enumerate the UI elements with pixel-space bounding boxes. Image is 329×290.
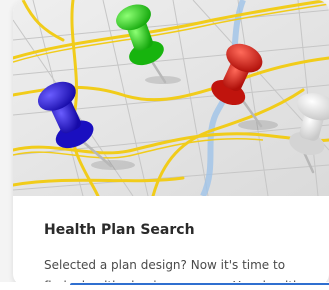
- map-pushpins-icon: [13, 0, 329, 196]
- accent-line: [70, 283, 329, 285]
- page: Health Plan Search Selected a plan desig…: [0, 0, 329, 290]
- card-title: Health Plan Search: [44, 222, 195, 238]
- card-image: [13, 0, 329, 196]
- health-plan-search-card[interactable]: Health Plan Search Selected a plan desig…: [13, 0, 329, 286]
